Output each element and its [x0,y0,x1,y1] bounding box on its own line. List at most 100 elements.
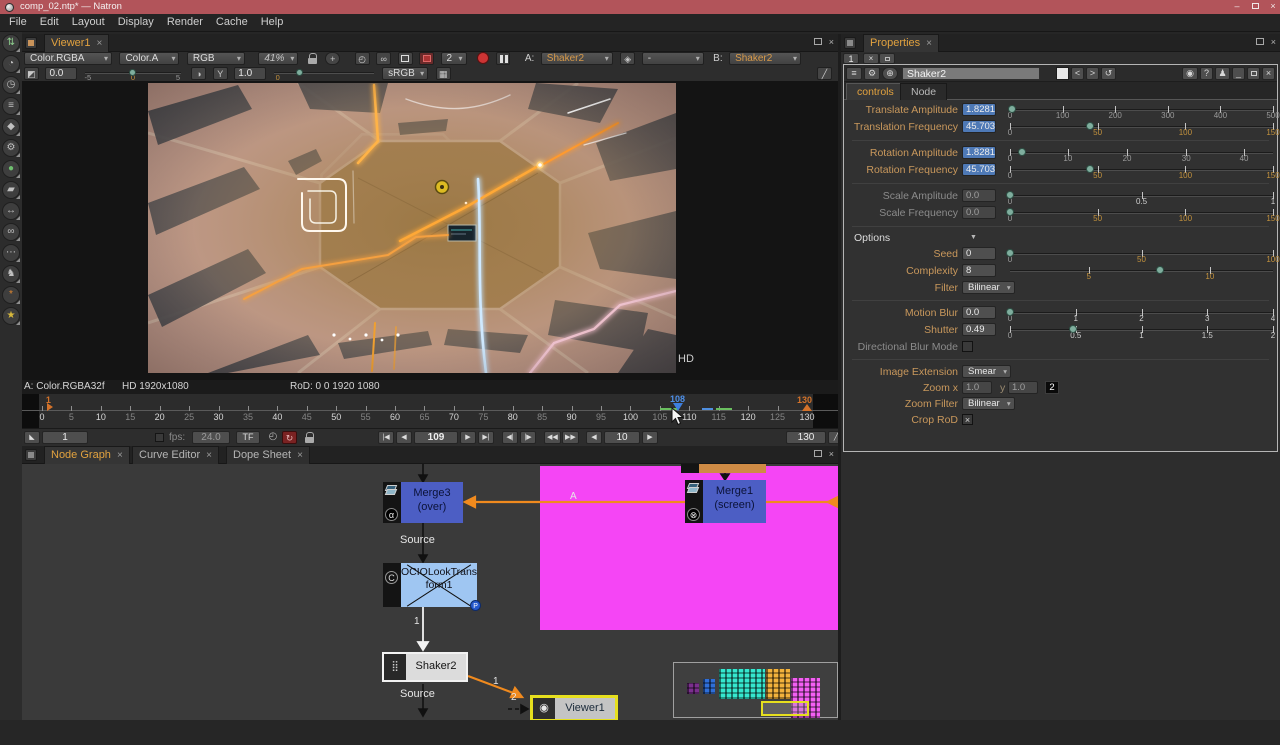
param-slider[interactable]: 00.51 [1010,189,1273,204]
pane-menu-icon[interactable] [25,449,37,461]
close-all-panels-button[interactable]: × [863,53,879,64]
hide-unmodified-icon[interactable]: ◉ [1182,67,1198,80]
param-value-field[interactable]: 0.0 [962,306,996,319]
tab-curve-editor[interactable]: Curve Editor× [132,446,219,464]
node-ocio-look-transform[interactable]: C OCIOLookTransform1 P [383,563,467,607]
gamma-icon[interactable]: Y [213,67,228,80]
out-point-marker[interactable] [802,404,812,411]
menu-file[interactable]: File [9,14,27,31]
roi-icon[interactable] [419,52,434,65]
param-slider[interactable]: 01234 [1010,306,1273,321]
menu-display[interactable]: Display [118,14,154,31]
color-icon[interactable]: ◆ [2,118,20,136]
proxy-level-select[interactable]: 2 [441,52,467,65]
node-name-field[interactable]: Shaker2 [902,67,1040,80]
close-pane-icon[interactable]: × [1271,38,1276,48]
gmic-icon[interactable]: ♞ [2,265,20,283]
close-icon[interactable]: × [97,38,103,49]
partial-node[interactable] [681,464,766,473]
settings-icon[interactable]: ⚙ [864,67,880,80]
param-combo-filter[interactable]: Bilinear [962,281,1015,294]
menu-layout[interactable]: Layout [72,14,105,31]
param-slider[interactable]: 050100150 [1010,120,1273,135]
param-slider[interactable]: 050100 [1010,247,1273,262]
zoom-sync-button[interactable]: 2 [1045,381,1059,394]
wipe-mode-select[interactable]: - [642,52,704,65]
param-value-field[interactable]: 0 [962,247,996,260]
pin-icon[interactable]: ╱ [817,67,832,80]
float-panel-icon[interactable] [1247,67,1260,80]
collapse-icon[interactable]: ▼ [970,231,977,245]
loop-mode-icon[interactable]: ↻ [282,431,297,444]
full-frame-icon[interactable] [398,52,413,65]
views-icon[interactable]: ∞ [2,223,20,241]
restore-defaults-icon[interactable]: ↺ [1101,67,1116,80]
jump-back-button[interactable]: ◀ [586,431,602,444]
current-frame-field[interactable]: 109 [414,431,458,444]
param-slider[interactable]: 010203040 [1010,146,1273,161]
zoom-select[interactable]: 41% [258,52,298,65]
tab-viewer1[interactable]: Viewer1× [44,34,109,52]
menu-help[interactable]: Help [261,14,284,31]
menu-render[interactable]: Render [167,14,203,31]
tab-node[interactable]: Node [900,83,947,100]
param-checkbox-directional-blur-mode[interactable] [962,341,973,352]
render-button[interactable] [477,52,489,64]
gain-slider[interactable]: -505 [85,67,181,81]
gamma-field[interactable]: 1.0 [234,67,266,80]
tab-properties[interactable]: Properties× [863,34,939,52]
param-value-field[interactable]: 1.8281 [962,103,996,116]
b-input-select[interactable]: Shaker2 [729,52,801,65]
transform-icon[interactable]: ↔ [2,202,20,220]
merge-icon[interactable]: ▰ [2,181,20,199]
param-value-field[interactable]: 0.0 [962,189,996,202]
draw-icon[interactable]: ◔ [2,55,20,73]
image-io-icon[interactable]: ⇅ [2,34,20,52]
keyer-icon[interactable]: ● [2,160,20,178]
prev-frame-button[interactable]: ◀ [396,431,412,444]
menu-cache[interactable]: Cache [216,14,248,31]
node-shaker2[interactable]: ⣿ Shaker2 [382,652,468,682]
param-slider[interactable]: 00.511.52 [1010,323,1273,338]
clip-to-project-icon[interactable]: ◴ [355,52,370,65]
extra-icon[interactable]: * [2,286,20,304]
redo-icon[interactable]: > [1086,67,1099,80]
gain-field[interactable]: 0.0 [45,67,77,80]
first-frame-field[interactable]: 1 [42,431,88,444]
maximize-window-button[interactable] [1246,0,1264,14]
help-icon[interactable]: ? [1200,67,1213,80]
time-format-select[interactable]: TF ▾ [236,431,260,444]
slider-handle[interactable] [1008,105,1016,113]
slider-handle[interactable] [1006,208,1014,216]
frame-increment-field[interactable]: 10 [604,431,640,444]
play-backward-button[interactable]: ◀◀ [544,431,561,444]
minimize-all-panels-button[interactable] [879,53,895,64]
pane-menu-icon[interactable] [844,37,856,49]
favorites-icon[interactable]: ★ [2,307,20,325]
wipe-icon[interactable]: ◈ [620,52,635,65]
a-input-select[interactable]: Shaker2 [541,52,613,65]
slider-handle[interactable] [1018,148,1026,156]
prev-keyframe-button[interactable]: ◀| [502,431,518,444]
viewer-canvas[interactable]: HD [22,81,838,380]
close-icon[interactable]: × [926,38,932,49]
param-value-field[interactable]: 45.703 [962,163,996,176]
menu-edit[interactable]: Edit [40,14,59,31]
undo-icon[interactable]: < [1071,67,1084,80]
minimize-window-button[interactable]: – [1228,0,1246,14]
close-window-button[interactable]: × [1264,0,1280,14]
float-pane-icon[interactable] [814,450,822,460]
param-value-field[interactable]: 0.0 [962,206,996,219]
node-merge3[interactable]: α Merge3(over) [383,482,463,523]
fps-checkbox[interactable] [155,433,164,442]
param-slider[interactable]: 050100150 [1010,163,1273,178]
param-slider[interactable]: 0100200300400500 [1010,103,1273,118]
zoom-x-field[interactable]: 1.0 [962,381,992,394]
checkerboard-icon[interactable]: ▦ [436,67,451,80]
slider-handle[interactable] [1006,308,1014,316]
channel-icon[interactable]: ≡ [2,97,20,115]
play-forward-button[interactable]: ▶▶ [562,431,579,444]
other-icon[interactable]: ⋯ [2,244,20,262]
float-pane-icon[interactable] [814,38,822,48]
jump-forward-button[interactable]: ▶ [642,431,658,444]
